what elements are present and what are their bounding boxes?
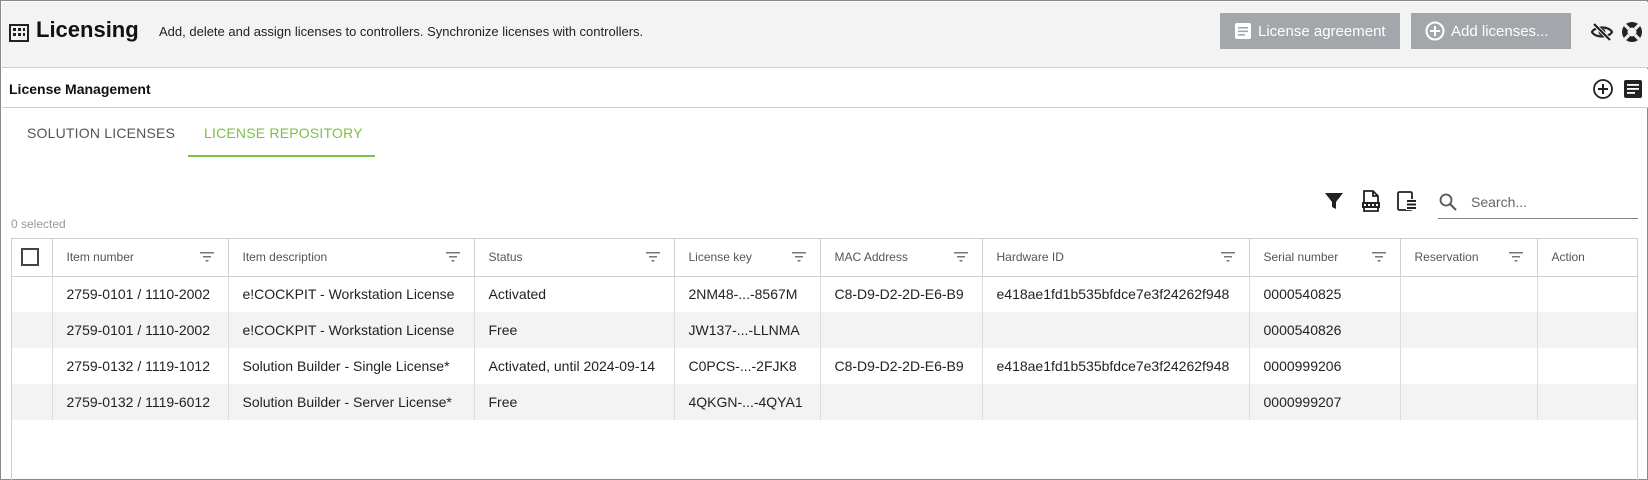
lifebuoy-icon[interactable]	[1620, 20, 1644, 44]
column-header-mac-address[interactable]: MAC Address	[820, 239, 983, 277]
selected-count: 0 selected	[11, 217, 66, 231]
table-row[interactable]: 2759-0132 / 1119-1012 Solution Builder -…	[12, 348, 1637, 384]
add-circle-icon[interactable]	[1592, 78, 1614, 100]
document-icon	[1235, 23, 1251, 39]
hardware-id-cell: e418ae1fd1b535bfdce7e3f24262f948	[982, 348, 1250, 384]
license-key-cell: 2NM48-...-8567M	[674, 276, 821, 312]
column-filter-icon[interactable]	[1508, 251, 1523, 263]
reservation-cell	[1400, 312, 1538, 348]
serial-number-cell: 0000999207	[1249, 384, 1401, 420]
serial-number-cell: 0000540825	[1249, 276, 1401, 312]
tab-license-repository[interactable]: LICENSE REPOSITORY	[204, 125, 363, 141]
list-icon[interactable]	[1622, 78, 1644, 100]
column-filter-icon[interactable]	[645, 251, 660, 263]
app-frame: Licensing Add, delete and assign license…	[0, 0, 1648, 480]
search-icon	[1439, 193, 1457, 211]
hardware-id-cell: e418ae1fd1b535bfdce7e3f24262f948	[982, 276, 1250, 312]
table-header-row: Item number Item description Status Lice…	[12, 239, 1637, 277]
item-description-cell: Solution Builder - Server License*	[228, 384, 475, 420]
license-key-cell: 4QKGN-...-4QYA1	[674, 384, 821, 420]
status-cell: Free	[474, 384, 675, 420]
license-agreement-button[interactable]: License agreement	[1220, 13, 1400, 49]
hardware-id-cell	[982, 312, 1250, 348]
building-icon	[9, 24, 29, 42]
item-number-cell: 2759-0132 / 1119-6012	[52, 384, 229, 420]
column-header-reservation[interactable]: Reservation	[1400, 239, 1538, 277]
status-cell: Activated, until 2024-09-14	[474, 348, 675, 384]
item-description-cell: e!COCKPIT - Workstation License	[228, 276, 475, 312]
mac-address-cell	[820, 384, 983, 420]
row-select-cell[interactable]	[12, 384, 53, 420]
action-cell[interactable]	[1537, 276, 1637, 312]
column-filter-icon[interactable]	[1371, 251, 1386, 263]
active-tab-indicator	[188, 155, 375, 157]
mac-address-cell	[820, 312, 983, 348]
item-description-cell: Solution Builder - Single License*	[228, 348, 475, 384]
serial-number-cell: 0000999206	[1249, 348, 1401, 384]
plus-circle-icon	[1425, 21, 1445, 41]
filter-icon[interactable]	[1322, 189, 1346, 213]
row-select-cell[interactable]	[12, 348, 53, 384]
license-key-cell: C0PCS-...-2FJK8	[674, 348, 821, 384]
column-filter-icon[interactable]	[1220, 251, 1235, 263]
section-title: License Management	[9, 81, 151, 97]
reservation-cell	[1400, 276, 1538, 312]
select-all-checkbox[interactable]	[21, 248, 39, 267]
page-subtitle: Add, delete and assign licenses to contr…	[159, 24, 644, 39]
license-agreement-label: License agreement	[1258, 22, 1386, 40]
column-filter-icon[interactable]	[791, 251, 806, 263]
item-number-cell: 2759-0101 / 1110-2002	[52, 312, 229, 348]
mac-address-cell: C8-D9-D2-2D-E6-B9	[820, 276, 983, 312]
page-header: Licensing Add, delete and assign license…	[2, 2, 1648, 68]
column-header-item-number[interactable]: Item number	[52, 239, 229, 277]
action-cell[interactable]	[1537, 312, 1637, 348]
row-select-cell[interactable]	[12, 312, 53, 348]
license-table: Item number Item description Status Lice…	[11, 238, 1638, 480]
column-header-item-description[interactable]: Item description	[228, 239, 475, 277]
mac-address-cell: C8-D9-D2-2D-E6-B9	[820, 348, 983, 384]
add-licenses-button[interactable]: Add licenses...	[1411, 13, 1571, 49]
status-cell: Free	[474, 312, 675, 348]
action-cell[interactable]	[1537, 384, 1637, 420]
item-number-cell: 2759-0132 / 1119-1012	[52, 348, 229, 384]
column-settings-icon[interactable]	[1395, 189, 1419, 213]
tab-solution-licenses[interactable]: SOLUTION LICENSES	[27, 125, 175, 141]
column-header-license-key[interactable]: License key	[674, 239, 821, 277]
license-management-bar: License Management	[2, 69, 1648, 108]
select-all-cell	[12, 239, 53, 277]
empty-space	[12, 420, 1637, 480]
hardware-id-cell	[982, 384, 1250, 420]
column-header-hardware-id[interactable]: Hardware ID	[982, 239, 1250, 277]
table-empty-area	[12, 420, 1637, 480]
export-file-icon[interactable]	[1359, 189, 1383, 213]
search-box	[1438, 185, 1638, 219]
status-cell: Activated	[474, 276, 675, 312]
search-input[interactable]	[1471, 190, 1631, 214]
item-description-cell: e!COCKPIT - Workstation License	[228, 312, 475, 348]
add-licenses-label: Add licenses...	[1451, 22, 1549, 40]
table-row[interactable]: 2759-0101 / 1110-2002 e!COCKPIT - Workst…	[12, 276, 1637, 312]
column-filter-icon[interactable]	[199, 251, 214, 263]
column-filter-icon[interactable]	[953, 251, 968, 263]
column-header-serial-number[interactable]: Serial number	[1249, 239, 1401, 277]
reservation-cell	[1400, 348, 1538, 384]
eye-off-icon[interactable]	[1590, 20, 1614, 44]
page-title: Licensing	[36, 17, 139, 42]
table-row[interactable]: 2759-0132 / 1119-6012 Solution Builder -…	[12, 384, 1637, 420]
column-header-action: Action	[1537, 239, 1637, 277]
item-number-cell: 2759-0101 / 1110-2002	[52, 276, 229, 312]
row-select-cell[interactable]	[12, 276, 53, 312]
license-key-cell: JW137-...-LLNMA	[674, 312, 821, 348]
column-filter-icon[interactable]	[445, 251, 460, 263]
table-row[interactable]: 2759-0101 / 1110-2002 e!COCKPIT - Workst…	[12, 312, 1637, 348]
reservation-cell	[1400, 384, 1538, 420]
column-header-status[interactable]: Status	[474, 239, 675, 277]
action-cell[interactable]	[1537, 348, 1637, 384]
serial-number-cell: 0000540826	[1249, 312, 1401, 348]
